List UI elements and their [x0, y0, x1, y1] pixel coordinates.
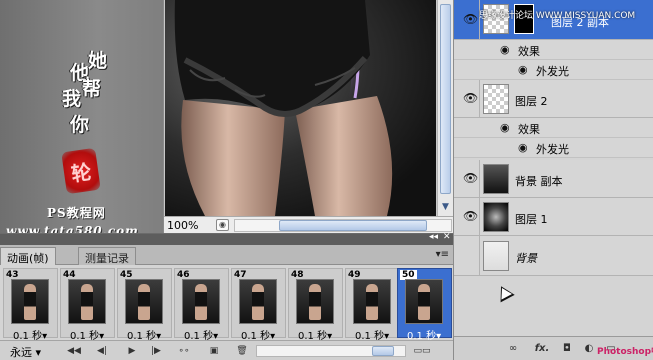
tab-measurement-log[interactable]: 测量记录 — [78, 247, 136, 265]
eye-icon[interactable]: ◉ — [518, 63, 528, 76]
layer-name: 背景 — [515, 252, 537, 265]
panel-menu-icon[interactable]: ▾≡ — [436, 249, 449, 260]
prev-frame-icon[interactable]: ◀| — [94, 344, 110, 358]
frame-thumbnail — [182, 279, 220, 324]
animation-frame[interactable]: 45 0.1 秒▾ — [117, 268, 172, 342]
layer-thumbnail — [483, 241, 509, 271]
layer-row[interactable]: 👁 图层 2 — [454, 80, 653, 118]
layer-thumbnail — [483, 164, 509, 194]
scroll-thumb[interactable] — [372, 346, 394, 356]
layer-row[interactable]: 👁 背景 副本 — [454, 160, 653, 198]
eye-icon: 👁 — [463, 171, 479, 185]
frame-thumbnail — [125, 279, 163, 324]
layer-name: 背景 副本 — [515, 175, 563, 188]
animation-frame[interactable]: 47 0.1 秒▾ — [231, 268, 286, 342]
layers-panel: 👁 图层 2 副本 ◉ 效果 ◉ 外发光 👁 图层 2 ◉ 效果 ◉ 外发光 👁… — [453, 0, 653, 360]
new-frame-icon[interactable]: ▣ — [206, 344, 222, 358]
first-frame-icon[interactable]: ◀◀ — [66, 344, 82, 358]
animation-frame[interactable]: 43 0.1 秒▾ — [3, 268, 58, 342]
layer-row[interactable]: 背景 — [454, 236, 653, 276]
site-watermark: Photoshop中文网 — [597, 347, 653, 357]
forum-watermark: 思缘设计论坛 WWW.MISSYUAN.COM — [479, 11, 636, 21]
site-label: PS教程网 — [47, 206, 106, 220]
left-watermark-area: 他 她 我 帮 你 轮 PS教程网 www.tata580.com — [0, 0, 163, 246]
delete-frame-icon[interactable]: 🗑 — [234, 344, 250, 358]
visibility-toggle[interactable]: 👁 — [456, 80, 480, 117]
vertical-scrollbar[interactable]: ▼ — [437, 0, 453, 216]
animation-controls: 永远 ▾ ◀◀ ◀| ▶ |▶ ∘∘ ▣ 🗑 ▭▭ — [0, 340, 453, 360]
frame-strip: 43 0.1 秒▾ 44 0.1 秒▾ 45 0.1 秒▾ 46 0.1 秒▾ … — [0, 266, 453, 342]
visibility-toggle[interactable]: 👁 — [456, 198, 480, 235]
collapse-icon[interactable]: ◂◂ — [429, 232, 438, 242]
image-canvas[interactable] — [165, 0, 436, 216]
effects-row[interactable]: ◉ 效果 — [454, 40, 653, 60]
layer-name: 图层 1 — [515, 213, 548, 226]
frame-thumbnail — [353, 279, 391, 324]
visibility-toggle[interactable]: 👁 — [456, 160, 480, 197]
layer-thumbnail — [483, 202, 509, 232]
effect-outer-glow: 外发光 — [536, 143, 569, 156]
layer-name: 图层 2 — [515, 95, 548, 108]
red-seal-stamp: 轮 — [61, 147, 101, 195]
frame-thumbnail — [11, 279, 49, 324]
calligraphy-char: 她 — [88, 50, 108, 72]
scroll-thumb[interactable] — [440, 4, 451, 194]
link-icon[interactable]: ∞ — [506, 342, 520, 355]
layer-thumbnail — [483, 84, 509, 114]
eye-icon[interactable]: ◉ — [518, 141, 528, 154]
adjustment-icon[interactable]: ◐ — [582, 342, 596, 355]
effect-row[interactable]: ◉ 外发光 — [454, 138, 653, 158]
panel-options-icon[interactable]: ▭▭ — [412, 344, 432, 358]
scroll-thumb[interactable] — [279, 220, 427, 231]
animation-panel: ◂◂ ✕ 动画(帧) 测量记录 ▾≡ 43 0.1 秒▾ 44 0.1 秒▾ 4… — [0, 232, 453, 360]
mask-icon[interactable]: ◘ — [560, 342, 574, 355]
effects-row[interactable]: ◉ 效果 — [454, 118, 653, 138]
tab-animation-frames[interactable]: 动画(帧) — [0, 247, 56, 265]
eye-icon: 👁 — [463, 91, 479, 105]
layer-row[interactable]: 👁 图层 1 — [454, 198, 653, 236]
effect-row[interactable]: ◉ 外发光 — [454, 60, 653, 80]
frame-thumbnail — [296, 279, 334, 324]
animation-frame[interactable]: 46 0.1 秒▾ — [174, 268, 229, 342]
visibility-toggle[interactable]: 👁 — [456, 0, 480, 39]
effects-label: 效果 — [518, 123, 540, 136]
effects-label: 效果 — [518, 45, 540, 58]
effect-outer-glow: 外发光 — [536, 65, 569, 78]
frames-scrollbar[interactable] — [256, 345, 406, 357]
calligraphy-char: 你 — [70, 114, 90, 136]
status-info-icon[interactable]: ◉ — [216, 219, 229, 231]
panel-titlebar: ◂◂ ✕ — [0, 232, 453, 245]
frame-thumbnail — [239, 279, 277, 324]
frame-thumbnail — [68, 279, 106, 324]
status-bar: 100% ◉ — [164, 216, 454, 233]
eye-icon: 👁 — [463, 209, 479, 223]
eye-icon[interactable]: ◉ — [500, 43, 510, 56]
eye-icon[interactable]: ◉ — [500, 121, 510, 134]
fx-icon[interactable]: fx. — [532, 342, 552, 355]
frame-thumbnail — [405, 279, 443, 324]
document-window: ▼ 100% ◉ — [163, 0, 454, 233]
animation-frame-selected[interactable]: 50 0.1 秒▾ — [397, 268, 452, 342]
calligraphy-char: 帮 — [82, 78, 102, 100]
loop-options-select[interactable]: 永远 ▾ — [10, 344, 41, 360]
play-icon[interactable]: ▶ — [124, 344, 140, 358]
close-icon[interactable]: ✕ — [443, 232, 451, 242]
panel-tabs: 动画(帧) 测量记录 ▾≡ — [0, 245, 453, 265]
animation-frame[interactable]: 49 0.1 秒▾ — [345, 268, 400, 342]
calligraphy-char: 我 — [62, 88, 82, 110]
zoom-level[interactable]: 100% — [167, 219, 198, 232]
eye-icon: 👁 — [463, 12, 479, 26]
canvas-photo — [174, 0, 393, 216]
tween-icon[interactable]: ∘∘ — [176, 344, 192, 358]
scroll-down-icon[interactable]: ▼ — [438, 200, 453, 215]
horizontal-scrollbar[interactable] — [234, 219, 452, 232]
animation-frame[interactable]: 44 0.1 秒▾ — [60, 268, 115, 342]
next-frame-icon[interactable]: |▶ — [148, 344, 164, 358]
animation-frame[interactable]: 48 0.1 秒▾ — [288, 268, 343, 342]
visibility-toggle[interactable] — [456, 236, 480, 275]
